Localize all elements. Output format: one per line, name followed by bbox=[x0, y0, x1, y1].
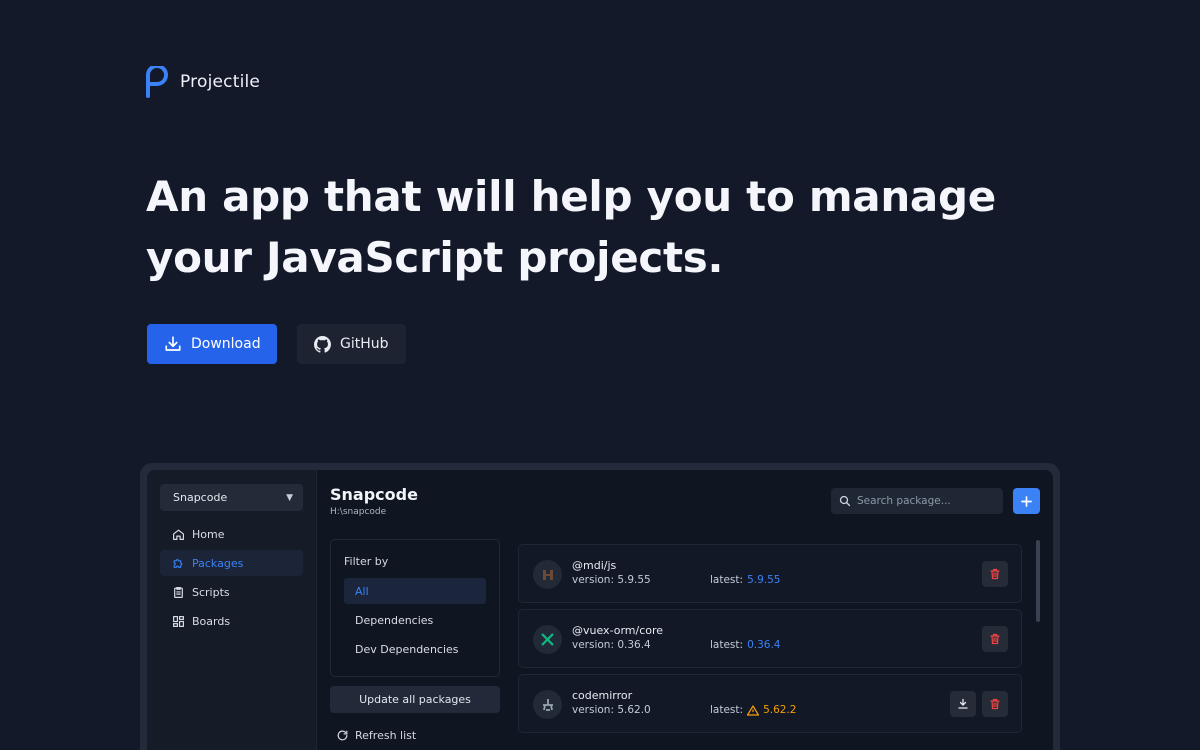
package-version: version: 5.62.0 bbox=[572, 704, 651, 716]
package-row: codemirror version: 5.62.0 latest: 5.62.… bbox=[518, 674, 1022, 733]
refresh-label: Refresh list bbox=[355, 729, 417, 742]
update-all-button[interactable]: Update all packages bbox=[330, 686, 500, 713]
package-name: @vuex-orm/core bbox=[572, 624, 664, 637]
chevron-down-icon: ▼ bbox=[286, 492, 293, 503]
package-latest: latest: 5.9.55 bbox=[710, 574, 780, 586]
latest-label: latest: bbox=[710, 639, 744, 651]
sidebar-item-packages[interactable]: Packages bbox=[160, 550, 303, 576]
add-package-button[interactable] bbox=[1013, 488, 1040, 514]
latest-version: 0.36.4 bbox=[747, 639, 781, 651]
grid-icon bbox=[173, 615, 184, 627]
package-latest: latest: 5.62.2 bbox=[710, 704, 796, 716]
filter-option-all[interactable]: All bbox=[344, 578, 486, 604]
puzzle-icon bbox=[173, 558, 183, 568]
project-select[interactable]: Snapcode ▼ bbox=[160, 484, 303, 511]
plus-icon bbox=[1021, 495, 1032, 507]
brand-name: Projectile bbox=[180, 72, 261, 92]
delete-package-button[interactable] bbox=[982, 691, 1008, 717]
sidebar-item-home[interactable]: Home bbox=[160, 521, 303, 547]
brand[interactable]: Projectile bbox=[146, 66, 260, 98]
package-list-scrollbar[interactable] bbox=[1036, 540, 1040, 622]
download-label: Download bbox=[191, 336, 261, 352]
project-select-value: Snapcode bbox=[173, 491, 228, 504]
project-title: Snapcode bbox=[330, 485, 418, 504]
sidebar-item-scripts[interactable]: Scripts bbox=[160, 579, 303, 605]
sidebar-item-label: Packages bbox=[192, 556, 244, 570]
trash-icon bbox=[990, 633, 1000, 645]
github-label: GitHub bbox=[340, 336, 389, 352]
update-package-button[interactable] bbox=[950, 691, 976, 717]
sidebar-nav: Home Packages Scripts Boards bbox=[160, 521, 303, 637]
mdi-logo-icon bbox=[542, 569, 553, 580]
hero-title-line-2: your JavaScript projects. bbox=[146, 233, 724, 282]
download-icon bbox=[165, 336, 181, 351]
app-window: Snapcode ▼ Home Packages Scripts Boards … bbox=[147, 470, 1053, 750]
warning-icon bbox=[747, 704, 760, 716]
search-box[interactable] bbox=[831, 488, 1003, 514]
search-icon bbox=[839, 495, 851, 507]
sidebar-item-label: Boards bbox=[192, 614, 231, 628]
sidebar: Snapcode ▼ Home Packages Scripts Boards bbox=[147, 470, 317, 750]
project-path: H:\snapcode bbox=[330, 507, 387, 517]
trash-icon bbox=[990, 568, 1000, 580]
github-button[interactable]: GitHub bbox=[297, 324, 406, 364]
package-row: @mdi/js version: 5.9.55 latest: 5.9.55 bbox=[518, 544, 1022, 603]
package-name: @mdi/js bbox=[572, 559, 617, 572]
vuex-orm-logo-icon bbox=[541, 633, 554, 646]
latest-version: 5.62.2 bbox=[763, 704, 797, 716]
package-list: @mdi/js version: 5.9.55 latest: 5.9.55 @… bbox=[518, 544, 1022, 739]
package-name: codemirror bbox=[572, 689, 633, 702]
sidebar-item-label: Home bbox=[192, 527, 225, 541]
clipboard-icon bbox=[174, 586, 183, 598]
filter-option-dev-dependencies[interactable]: Dev Dependencies bbox=[344, 636, 486, 662]
trash-icon bbox=[990, 698, 1000, 710]
latest-version: 5.9.55 bbox=[747, 574, 781, 586]
download-button[interactable]: Download bbox=[147, 324, 277, 364]
search-input[interactable] bbox=[857, 495, 992, 507]
package-version: version: 5.9.55 bbox=[572, 574, 651, 586]
package-version: version: 0.36.4 bbox=[572, 639, 651, 651]
latest-label: latest: bbox=[710, 574, 744, 586]
download-icon bbox=[958, 698, 968, 709]
sidebar-item-boards[interactable]: Boards bbox=[160, 608, 303, 634]
delete-package-button[interactable] bbox=[982, 626, 1008, 652]
home-icon bbox=[173, 529, 184, 540]
filter-option-dependencies[interactable]: Dependencies bbox=[344, 607, 486, 633]
package-placeholder-icon bbox=[542, 698, 553, 711]
package-avatar bbox=[533, 625, 562, 654]
delete-package-button[interactable] bbox=[982, 561, 1008, 587]
projectile-logo-icon bbox=[146, 66, 168, 98]
refresh-list-button[interactable]: Refresh list bbox=[336, 729, 416, 742]
filter-label: Filter by bbox=[344, 555, 389, 568]
package-latest: latest: 0.36.4 bbox=[710, 639, 780, 651]
latest-label: latest: bbox=[710, 704, 744, 716]
filter-panel: Filter by All Dependencies Dev Dependenc… bbox=[330, 539, 500, 677]
package-avatar bbox=[533, 690, 562, 719]
package-avatar bbox=[533, 560, 562, 589]
package-row: @vuex-orm/core version: 0.36.4 latest: 0… bbox=[518, 609, 1022, 668]
refresh-icon bbox=[337, 730, 348, 741]
hero-title: An app that will help you to manage your… bbox=[146, 166, 1046, 288]
sidebar-item-label: Scripts bbox=[192, 585, 230, 599]
github-icon bbox=[314, 335, 331, 353]
hero-title-line-1: An app that will help you to manage bbox=[146, 172, 996, 221]
